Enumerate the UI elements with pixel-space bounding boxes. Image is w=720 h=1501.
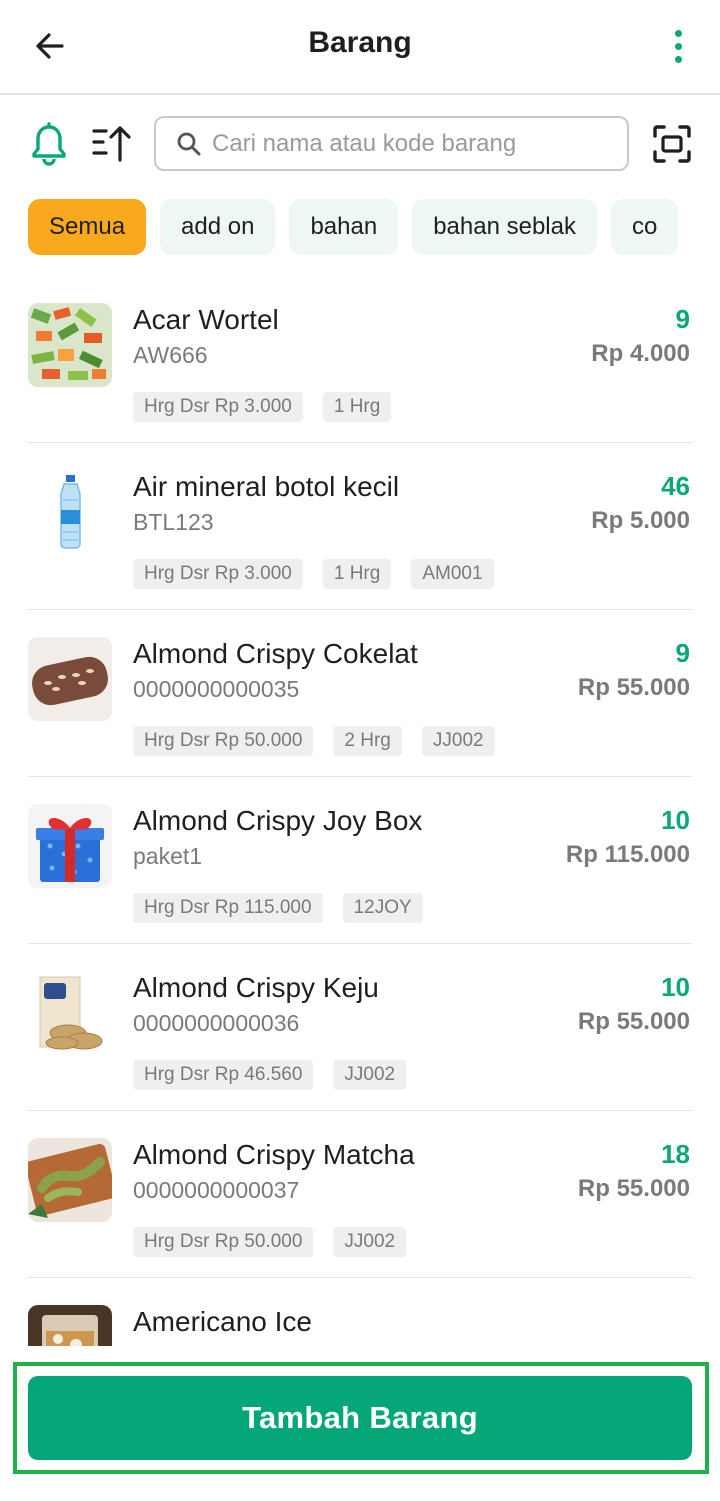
list-item[interactable]: Almond Crispy Cokelat 0000000000035 9 Rp… [28,610,692,777]
list-item[interactable]: Air mineral botol kecil BTL123 46 Rp 5.0… [28,443,692,610]
list-item[interactable]: Acar Wortel AW666 9 Rp 4.000 Hrg Dsr Rp … [28,276,692,443]
sort-icon[interactable] [90,122,134,166]
more-vert-icon[interactable] [660,24,696,68]
chip-bahan[interactable]: bahan [289,199,399,255]
item-image [28,1305,112,1346]
list-item[interactable]: Almond Crispy Joy Box paket1 10 Rp 115.0… [28,777,692,944]
item-code: 0000000000036 [133,1010,300,1036]
item-price: Rp 4.000 [591,340,690,367]
page-title: Barang [308,26,412,59]
list-item[interactable]: Almond Crispy Keju 0000000000036 10 Rp 5… [28,944,692,1111]
base-price-tag: Hrg Dsr Rp 3.000 [133,559,303,589]
search-box[interactable] [154,116,629,171]
toolbar [0,96,720,192]
base-price-tag: Hrg Dsr Rp 50.000 [133,1227,314,1257]
item-name: Almond Crispy Cokelat [133,638,418,669]
base-price-tag: Hrg Dsr Rp 46.560 [133,1060,314,1090]
item-stock: 9 [675,304,690,334]
chip-co[interactable]: co [610,199,679,255]
item-image [28,303,112,387]
search-icon [177,132,201,155]
item-name: Americano Ice [133,1306,312,1337]
base-price-tag: Hrg Dsr Rp 115.000 [133,893,323,923]
list-item[interactable]: Almond Crispy Matcha 0000000000037 18 Rp… [28,1111,692,1278]
item-stock: 46 [661,471,690,501]
item-stock: 18 [661,1139,690,1169]
item-code: paket1 [133,843,203,869]
item-stock: 9 [675,638,690,668]
item-image [28,804,112,888]
item-price: Rp 5.000 [591,507,690,534]
item-code: 0000000000035 [133,676,300,702]
search-input[interactable] [212,129,602,158]
app-bar: Barang [0,0,720,95]
bell-icon[interactable] [28,122,70,166]
item-image [28,470,112,554]
sku-tag: JJ002 [421,726,495,756]
sku-tag: 12JOY [342,893,423,923]
category-chips: Semua add on bahan bahan seblak co [28,199,692,255]
item-name: Acar Wortel [133,304,279,335]
price-count-tag: 1 Hrg [322,392,392,422]
item-price: Rp 55.000 [577,1175,690,1202]
price-count-tag: 1 Hrg [322,559,392,589]
item-code: AW666 [133,342,208,368]
item-price: Rp 115.000 [565,841,690,868]
item-name: Almond Crispy Keju [133,972,379,1003]
item-name: Almond Crispy Matcha [133,1139,415,1170]
barcode-scan-icon[interactable] [652,124,692,164]
item-image [28,1138,112,1222]
chip-semua[interactable]: Semua [28,199,147,255]
item-image [28,637,112,721]
item-price: Rp 55.000 [577,1008,690,1035]
sku-tag: AM001 [411,559,494,589]
item-image [28,971,112,1055]
chip-bahan-seblak[interactable]: bahan seblak [412,199,597,255]
item-name: Air mineral botol kecil [133,471,400,502]
base-price-tag: Hrg Dsr Rp 3.000 [133,392,303,422]
sku-tag: JJ002 [333,1060,407,1090]
base-price-tag: Hrg Dsr Rp 50.000 [133,726,314,756]
item-stock: 10 [661,972,690,1002]
item-name: Almond Crispy Joy Box [133,805,423,836]
price-count-tag: 2 Hrg [333,726,402,756]
item-code: BTL123 [133,509,214,535]
item-list: Acar Wortel AW666 9 Rp 4.000 Hrg Dsr Rp … [28,276,692,1346]
chip-add-on[interactable]: add on [160,199,276,255]
item-price: Rp 55.000 [577,674,690,701]
add-item-button[interactable]: Tambah Barang [28,1376,692,1460]
sku-tag: JJ002 [333,1227,407,1257]
item-stock: 10 [661,805,690,835]
item-code: 0000000000037 [133,1177,300,1203]
list-item[interactable]: Americano Ice [28,1278,692,1346]
